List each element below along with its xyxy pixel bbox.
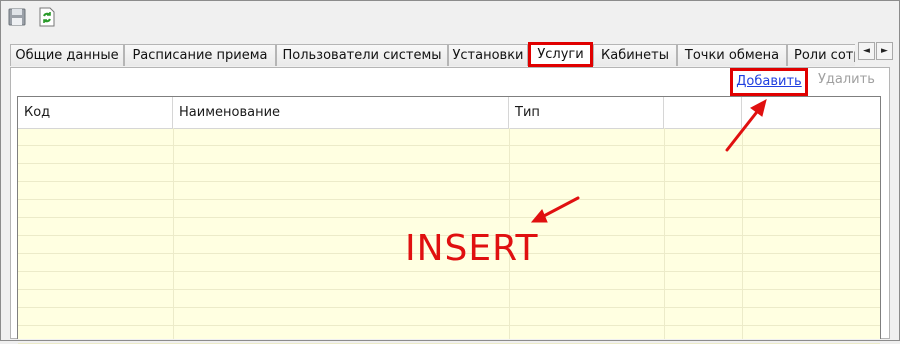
tab-staff-roles[interactable]: Роли сотр: [787, 44, 855, 66]
tab-exchange-points[interactable]: Точки обмена: [677, 44, 787, 66]
table-row[interactable]: [18, 326, 880, 344]
refresh-icon[interactable]: [36, 6, 58, 28]
table-row[interactable]: [18, 146, 880, 164]
column-divider: [664, 128, 665, 339]
tab-scroll-left-icon[interactable]: ◄: [858, 42, 875, 60]
tab-general[interactable]: Общие данные: [10, 44, 124, 66]
column-divider: [742, 128, 743, 339]
table-row[interactable]: [18, 182, 880, 200]
column-header-type[interactable]: Тип: [509, 97, 664, 128]
tab-settings[interactable]: Установки: [448, 44, 528, 66]
toolbar: [6, 6, 58, 30]
tab-services[interactable]: Услуги: [528, 42, 593, 67]
table-row[interactable]: [18, 200, 880, 218]
table-row[interactable]: [18, 308, 880, 326]
tab-scroll-right-icon[interactable]: ►: [876, 42, 893, 60]
tab-users[interactable]: Пользователи системы: [276, 44, 448, 66]
delete-button[interactable]: Удалить: [818, 72, 875, 87]
column-header-5[interactable]: [742, 97, 880, 128]
services-grid[interactable]: Код Наименование Тип: [17, 96, 881, 344]
column-header-name[interactable]: Наименование: [173, 97, 509, 128]
annotation-label: INSERT: [405, 228, 539, 269]
table-row[interactable]: [18, 272, 880, 290]
tab-rooms[interactable]: Кабинеты: [593, 44, 677, 66]
grid-header: Код Наименование Тип: [18, 97, 880, 129]
tab-strip: Общие данные Расписание приема Пользоват…: [10, 42, 855, 68]
add-button[interactable]: Добавить: [730, 68, 808, 96]
table-row[interactable]: [18, 290, 880, 308]
column-header-code[interactable]: Код: [18, 97, 173, 128]
save-icon[interactable]: [6, 6, 28, 28]
column-header-4[interactable]: [664, 97, 742, 128]
table-row[interactable]: [18, 128, 880, 146]
table-row[interactable]: [18, 164, 880, 182]
column-divider: [173, 128, 174, 339]
tab-schedule[interactable]: Расписание приема: [124, 44, 276, 66]
